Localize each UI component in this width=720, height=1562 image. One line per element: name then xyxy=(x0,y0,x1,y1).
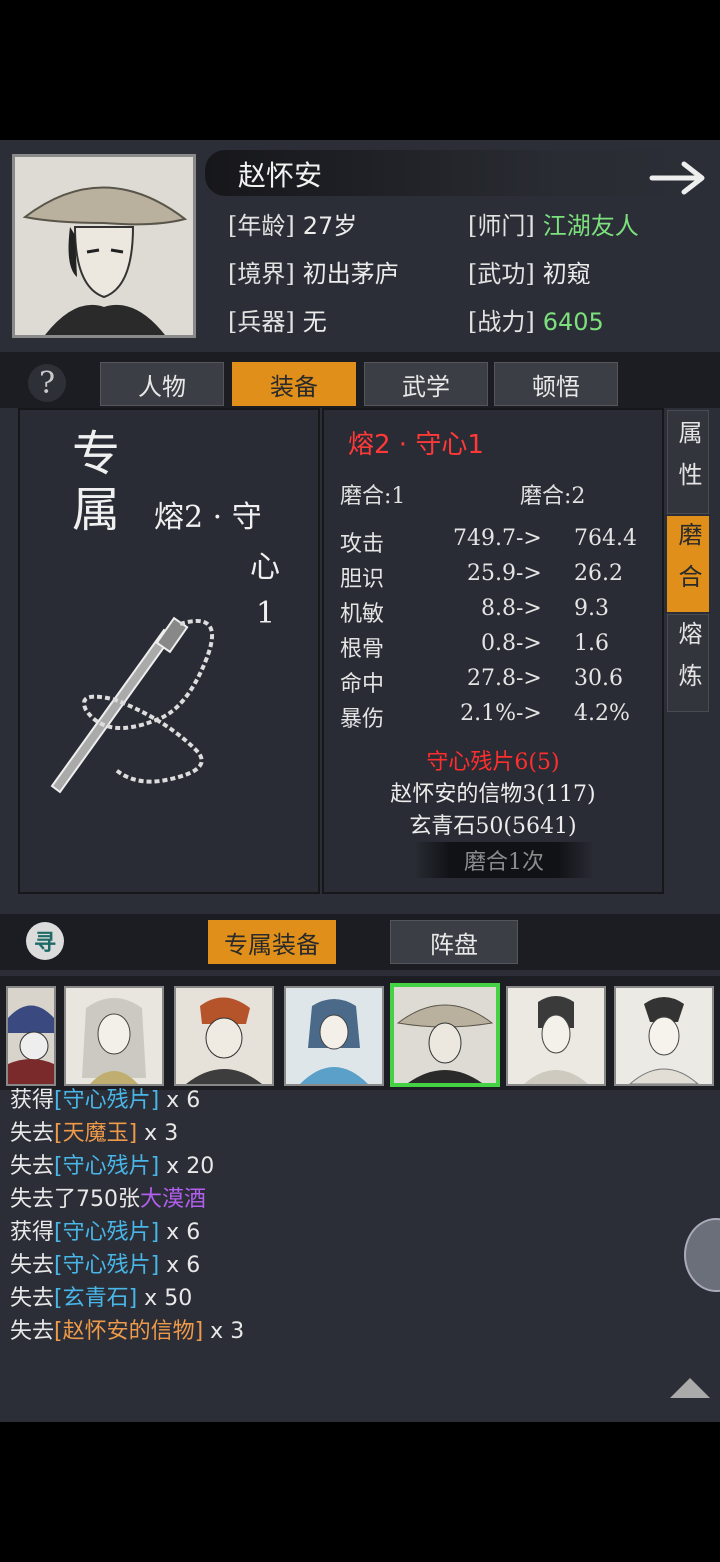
hero-portrait[interactable] xyxy=(284,986,384,1086)
log-line: 失去了750张大漠酒 xyxy=(10,1187,207,1212)
game-screen: 赵怀安 [年龄] 27岁 [师门] 江湖友人 [境界] 初出茅庐 [武功] 初窥 [兵器… xyxy=(0,140,720,1422)
material-stone: 玄青石50(5641) xyxy=(409,814,577,839)
hero-portrait[interactable] xyxy=(506,986,606,1086)
tab-character[interactable]: 人物 xyxy=(100,362,224,406)
equip-name-line3: 1 xyxy=(256,596,276,631)
stat-row: 攻击 749.7 -> 764.4 xyxy=(340,526,637,557)
grind-once-button[interactable]: 磨合1次 xyxy=(414,842,594,878)
log-line: 失去[守心残片] x 6 xyxy=(10,1253,201,1278)
character-name: 赵怀安 xyxy=(238,159,323,192)
log-line: 获得[守心残片] x 6 xyxy=(10,1220,201,1245)
info-martial: [武功] 初窥 xyxy=(468,260,591,288)
grind-stats-panel: 熔2 · 守心1 磨合:1 磨合:2 攻击 749.7 -> 764.4 胆识 25.9… xyxy=(322,408,664,894)
help-icon[interactable]: ? xyxy=(28,364,66,402)
tab-exclusive-equipment[interactable]: 专属装备 xyxy=(208,920,336,964)
equipment-display-panel: 专属 熔2 · 守 心 1 xyxy=(18,408,320,894)
equip-name-line2: 心 xyxy=(250,550,280,585)
material-shard: 守心残片6(5) xyxy=(426,750,560,775)
log-line: 获得[守心残片] x 6 xyxy=(10,1088,201,1113)
character-portrait[interactable] xyxy=(12,154,196,338)
tab-equipment[interactable]: 装备 xyxy=(232,362,356,406)
log-line: 失去[天魔玉] x 3 xyxy=(10,1121,179,1146)
log-line: 失去[守心残片] x 20 xyxy=(10,1154,215,1179)
info-power: [战力] 6405 xyxy=(468,308,604,336)
info-realm: [境界] 初出茅庐 xyxy=(228,260,399,288)
info-age: [年龄] 27岁 xyxy=(228,212,358,240)
info-weapon: [兵器] 无 xyxy=(228,308,327,336)
tab-formation[interactable]: 阵盘 xyxy=(390,920,518,964)
floating-menu-button[interactable] xyxy=(684,1218,720,1292)
stat-row: 机敏 8.8 -> 9.3 xyxy=(340,596,609,627)
search-icon[interactable]: 寻 xyxy=(26,922,64,960)
info-sect: [师门] 江湖友人 xyxy=(468,212,639,240)
grind-from: 磨合:1 xyxy=(340,484,406,509)
log-line: 失去[赵怀安的信物] x 3 xyxy=(10,1319,245,1344)
stat-row: 命中 27.8 -> 30.6 xyxy=(340,666,623,697)
hero-portrait-selected[interactable] xyxy=(390,983,500,1087)
hero-portrait[interactable] xyxy=(614,986,714,1086)
hero-portrait[interactable] xyxy=(6,986,56,1086)
grind-to: 磨合:2 xyxy=(520,484,586,509)
tab-enlightenment[interactable]: 顿悟 xyxy=(494,362,618,406)
dagger-chain-icon xyxy=(50,616,215,794)
material-token: 赵怀安的信物3(117) xyxy=(390,782,596,807)
equip-name-line1: 熔2 · 守 xyxy=(154,500,262,535)
side-tab-attributes[interactable]: 属性 xyxy=(667,410,709,514)
log-line: 失去[玄青石] x 50 xyxy=(10,1286,193,1311)
lower-tab-bar xyxy=(0,914,720,970)
hero-portrait[interactable] xyxy=(174,986,274,1086)
side-tab-smelt[interactable]: 熔炼 xyxy=(667,614,709,712)
stat-row: 暴伤 2.1% -> 4.2% xyxy=(340,701,630,732)
tab-martial-arts[interactable]: 武学 xyxy=(364,362,488,406)
stat-row: 根骨 0.8 -> 1.6 xyxy=(340,631,609,662)
stat-row: 胆识 25.9 -> 26.2 xyxy=(340,561,623,592)
hero-portrait[interactable] xyxy=(64,986,164,1086)
side-tab-grind[interactable]: 磨合 xyxy=(667,516,709,612)
equip-category: 专属 xyxy=(63,428,119,540)
equip-title: 熔2 · 守心1 xyxy=(348,430,484,460)
next-arrow-icon[interactable] xyxy=(648,158,712,198)
scroll-up-icon[interactable] xyxy=(668,1376,712,1400)
